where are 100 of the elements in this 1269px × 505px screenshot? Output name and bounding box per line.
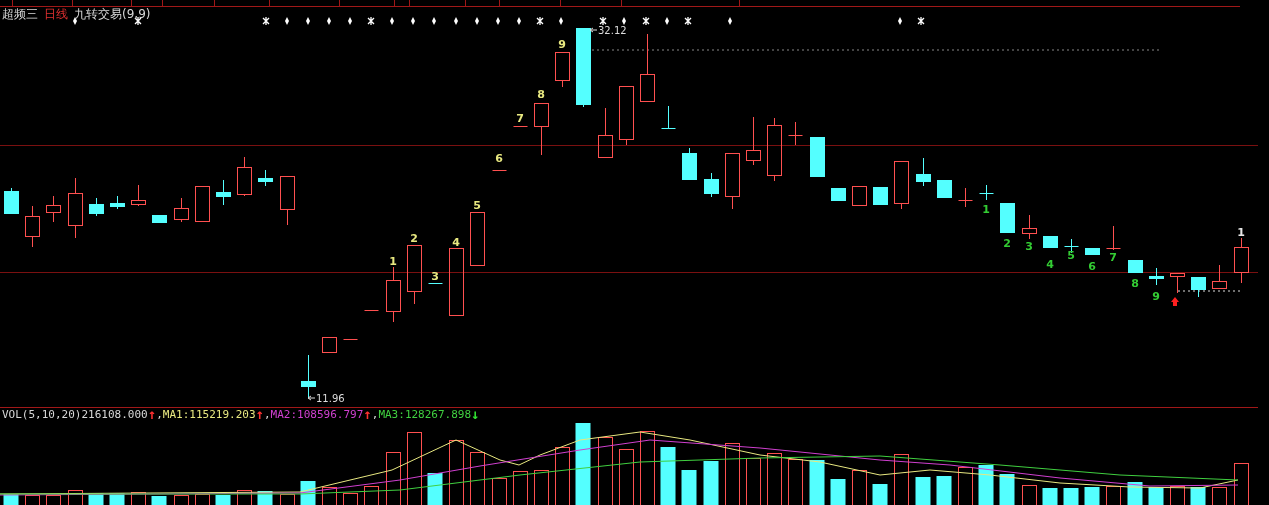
volume-bar bbox=[386, 452, 401, 505]
count-label: 7 bbox=[516, 112, 524, 125]
candlestick bbox=[195, 186, 210, 222]
price-label: 32.12 bbox=[598, 25, 627, 36]
candlestick bbox=[322, 337, 337, 353]
diamond-marker-icon bbox=[348, 17, 352, 25]
volume-bar bbox=[195, 494, 210, 505]
diamond-marker-icon bbox=[622, 17, 626, 25]
volume-bar bbox=[427, 473, 443, 505]
candlestick bbox=[979, 184, 994, 201]
candlestick bbox=[258, 169, 273, 187]
volume-bar bbox=[151, 496, 167, 505]
count-label: 6 bbox=[1088, 260, 1096, 273]
volume-bar bbox=[1170, 486, 1185, 505]
candlestick bbox=[1234, 237, 1249, 284]
volume-value: 216108.000 bbox=[81, 408, 148, 421]
diamond-marker-icon bbox=[517, 17, 521, 25]
volume-bar bbox=[131, 492, 146, 505]
average-value: 108596.797 bbox=[297, 408, 364, 421]
star-marker-icon bbox=[536, 16, 544, 26]
volume-bar bbox=[660, 447, 676, 505]
volume-bar bbox=[999, 474, 1015, 505]
candlestick bbox=[894, 161, 909, 210]
volume-bar bbox=[68, 490, 83, 505]
candlestick bbox=[1170, 273, 1185, 294]
average-value: 115219.203 bbox=[189, 408, 256, 421]
count-label: 2 bbox=[1003, 237, 1011, 250]
candlestick bbox=[110, 195, 125, 210]
count-label: 5 bbox=[473, 199, 481, 212]
average-label: MA2: bbox=[270, 408, 298, 421]
count-label: 6 bbox=[495, 152, 503, 165]
stock-name: 超频三 bbox=[2, 7, 38, 21]
trend-arrow: ↑ bbox=[255, 408, 264, 421]
diamond-marker-icon bbox=[496, 17, 500, 25]
candlestick bbox=[1212, 264, 1227, 289]
volume-bar bbox=[46, 495, 61, 505]
count-label: 5 bbox=[1067, 249, 1075, 262]
candlestick bbox=[704, 172, 719, 198]
count-label: 1 bbox=[389, 255, 397, 268]
candlestick bbox=[1106, 225, 1121, 251]
diamond-marker-icon bbox=[432, 17, 436, 25]
separator: , bbox=[371, 408, 379, 421]
reference-line bbox=[1177, 290, 1241, 292]
diamond-marker-icon bbox=[898, 17, 902, 25]
candlestick bbox=[767, 117, 782, 182]
candlestick bbox=[661, 105, 676, 129]
candlestick bbox=[174, 197, 189, 223]
count-label: 8 bbox=[537, 88, 545, 101]
volume-bar bbox=[280, 494, 295, 505]
volume-bar bbox=[174, 495, 189, 505]
trend-arrow: ↑ bbox=[147, 408, 157, 421]
volume-bar bbox=[767, 453, 782, 505]
volume-bar bbox=[534, 470, 549, 505]
volume-bar bbox=[1212, 487, 1227, 505]
candlestick bbox=[46, 195, 61, 223]
diamond-marker-icon bbox=[665, 17, 669, 25]
period-label: 日线 bbox=[44, 7, 68, 21]
candlestick bbox=[937, 180, 952, 198]
volume-bar bbox=[809, 460, 825, 505]
diamond-marker-icon bbox=[306, 17, 310, 25]
volume-bar bbox=[1022, 485, 1037, 505]
volume-bar bbox=[513, 471, 528, 505]
candlestick bbox=[810, 137, 825, 177]
candlestick bbox=[1043, 236, 1058, 248]
candlestick bbox=[407, 245, 422, 305]
count-label: 9 bbox=[1152, 290, 1160, 303]
candlestick bbox=[746, 116, 761, 166]
volume-bar bbox=[830, 479, 846, 505]
count-label: 9 bbox=[558, 38, 566, 51]
trend-arrow: ↓ bbox=[471, 408, 480, 421]
star-marker-icon bbox=[599, 16, 607, 26]
diamond-marker-icon bbox=[411, 17, 415, 25]
candlestick bbox=[68, 177, 83, 239]
separator: , bbox=[156, 408, 163, 421]
volume-bar bbox=[470, 452, 485, 505]
candlestick bbox=[619, 86, 634, 146]
star-marker-icon bbox=[262, 16, 270, 26]
count-label: 3 bbox=[431, 270, 439, 283]
count-label: 1 bbox=[1237, 226, 1245, 239]
average-value: 128267.898 bbox=[404, 408, 472, 421]
diamond-marker-icon bbox=[327, 17, 331, 25]
volume-bar bbox=[1084, 487, 1100, 505]
volume-bar bbox=[25, 495, 40, 505]
volume-bar bbox=[1042, 488, 1058, 505]
diamond-marker-icon bbox=[728, 17, 732, 25]
trend-arrow: ↑ bbox=[363, 408, 372, 421]
separator: , bbox=[263, 408, 271, 421]
volume-bar bbox=[703, 461, 719, 505]
volume-bar bbox=[725, 443, 740, 505]
diamond-marker-icon bbox=[559, 17, 563, 25]
volume-bar bbox=[681, 470, 697, 505]
candlestick bbox=[873, 187, 888, 205]
diamond-marker-icon bbox=[475, 17, 479, 25]
candlestick bbox=[386, 266, 401, 323]
average-label: MA3: bbox=[378, 408, 405, 421]
volume-bar bbox=[343, 493, 358, 505]
candlestick bbox=[1191, 277, 1206, 298]
star-marker-icon bbox=[642, 16, 650, 26]
candlestick bbox=[555, 52, 570, 88]
volume-bar bbox=[449, 440, 464, 505]
